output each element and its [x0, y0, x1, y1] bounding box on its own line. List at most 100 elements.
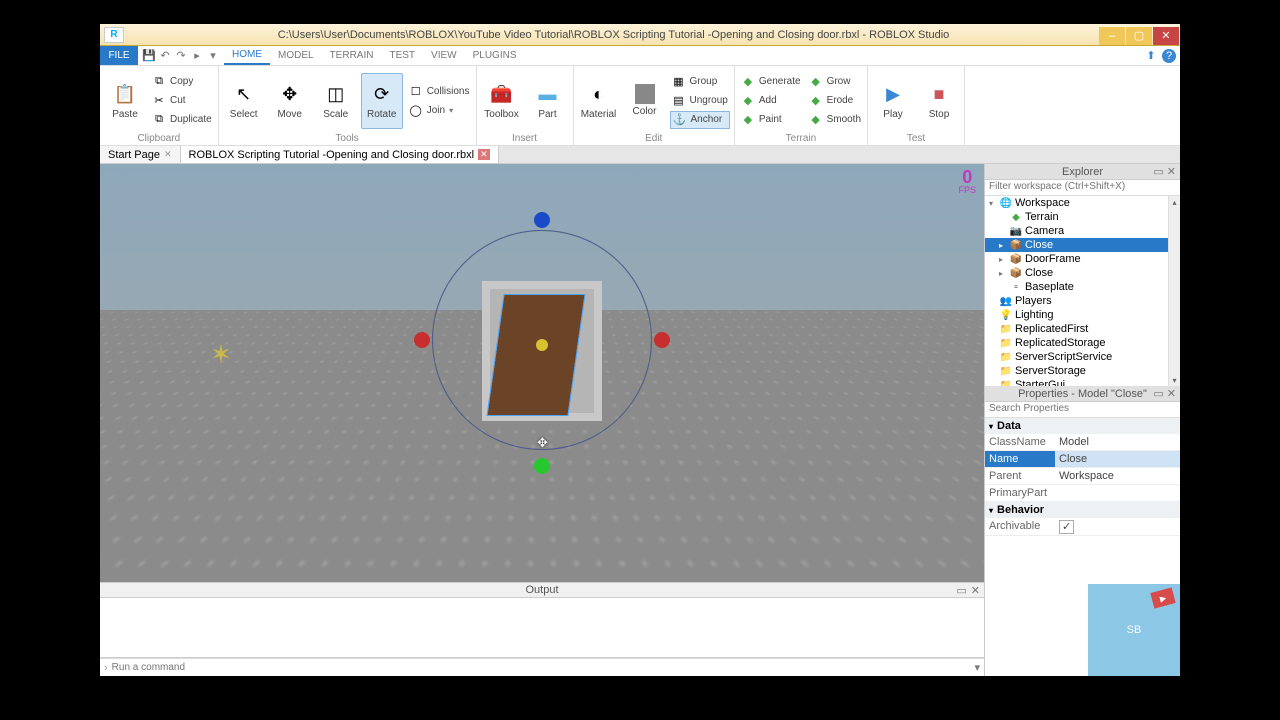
join-dropdown[interactable]: ◯Join▾: [407, 101, 472, 119]
material-button[interactable]: ◐Material: [578, 73, 620, 129]
color-button[interactable]: Color: [624, 73, 666, 129]
titlebar[interactable]: R C:\Users\User\Documents\ROBLOX\YouTube…: [100, 24, 1180, 46]
grow-button[interactable]: ◆Grow: [807, 73, 863, 91]
help-icon[interactable]: ?: [1162, 49, 1176, 63]
tree-item-startergui[interactable]: 📁StarterGui: [985, 378, 1180, 386]
dropdown-icon[interactable]: ▾: [974, 661, 980, 674]
minimize-button[interactable]: –: [1099, 27, 1125, 45]
play-button[interactable]: ▶Play: [872, 73, 914, 129]
tab-start-page[interactable]: Start Page✕: [100, 146, 181, 163]
tab-test[interactable]: TEST: [381, 46, 423, 65]
dock-icon[interactable]: ▭: [1153, 165, 1163, 178]
prop-name[interactable]: NameClose: [985, 451, 1180, 468]
properties-search-input[interactable]: [985, 402, 1180, 415]
explorer-header[interactable]: Explorer▭✕: [985, 164, 1180, 180]
close-tab-icon[interactable]: ✕: [164, 149, 172, 160]
file-menu[interactable]: FILE: [100, 46, 138, 65]
rotate-button[interactable]: ⟳Rotate: [361, 73, 403, 129]
tree-item-replicatedfirst[interactable]: 📁ReplicatedFirst: [985, 322, 1180, 336]
checkbox-icon[interactable]: ✓: [1059, 520, 1074, 534]
dock-icon[interactable]: ▭: [956, 584, 966, 597]
gizmo-handle-x[interactable]: [414, 332, 430, 348]
tree-item-workspace[interactable]: ▾🌐Workspace: [985, 196, 1180, 210]
toolbox-button[interactable]: 🧰Toolbox: [481, 73, 523, 129]
scale-button[interactable]: ◫Scale: [315, 73, 357, 129]
tab-current-file[interactable]: ROBLOX Scripting Tutorial -Opening and C…: [181, 146, 499, 163]
ungroup-button[interactable]: ▤Ungroup: [670, 92, 730, 110]
duplicate-button[interactable]: ⧉Duplicate: [150, 111, 214, 129]
collisions-toggle[interactable]: ☐Collisions: [407, 82, 472, 100]
explorer-filter-input[interactable]: [985, 180, 1180, 193]
command-input[interactable]: [112, 662, 975, 673]
upload-icon[interactable]: ⬆: [1144, 49, 1158, 63]
undo-icon[interactable]: ↶: [158, 49, 172, 63]
erode-button[interactable]: ◆Erode: [807, 92, 863, 110]
paint-button[interactable]: ◆Paint: [739, 111, 803, 129]
category-behavior[interactable]: ▾Behavior: [985, 502, 1180, 518]
tree-item-lighting[interactable]: 💡Lighting: [985, 308, 1180, 322]
generate-button[interactable]: ◆Generate: [739, 73, 803, 91]
rotate-gizmo[interactable]: [412, 210, 672, 470]
copy-button[interactable]: ⧉Copy: [150, 73, 214, 91]
tree-item-serverstorage[interactable]: 📁ServerStorage: [985, 364, 1180, 378]
select-button[interactable]: ↖Select: [223, 73, 265, 129]
output-panel[interactable]: [100, 598, 984, 658]
tree-item-baseplate[interactable]: ▫Baseplate: [985, 280, 1180, 294]
tab-view[interactable]: VIEW: [423, 46, 465, 65]
qat-more-icon[interactable]: ▾: [206, 49, 220, 63]
model-icon: 📦: [1010, 267, 1022, 279]
smooth-button[interactable]: ◆Smooth: [807, 111, 863, 129]
model-icon: 📦: [1010, 239, 1022, 251]
cut-icon: ✂: [152, 94, 166, 108]
properties-header[interactable]: Properties - Model "Close"▭✕: [985, 386, 1180, 402]
tree-item-serverscriptservice[interactable]: 📁ServerScriptService: [985, 350, 1180, 364]
copy-icon: ⧉: [152, 75, 166, 89]
move-button[interactable]: ✥Move: [269, 73, 311, 129]
scroll-up-icon[interactable]: ▴: [1169, 196, 1180, 208]
paste-button[interactable]: 📋Paste: [104, 73, 146, 129]
gizmo-handle-y2[interactable]: [534, 458, 550, 474]
play-icon[interactable]: ▸: [190, 49, 204, 63]
clipboard-icon: 📋: [112, 81, 138, 107]
tab-terrain[interactable]: TERRAIN: [322, 46, 382, 65]
close-panel-icon[interactable]: ✕: [1167, 165, 1176, 178]
3d-viewport[interactable]: ✶ ✥ 0FPS: [100, 164, 984, 582]
scroll-down-icon[interactable]: ▾: [1169, 374, 1180, 386]
close-panel-icon[interactable]: ✕: [1167, 387, 1176, 400]
add-terrain-button[interactable]: ◆Add: [739, 92, 803, 110]
category-data[interactable]: ▾Data: [985, 418, 1180, 434]
anchor-button[interactable]: ⚓Anchor: [670, 111, 730, 129]
prop-parent[interactable]: ParentWorkspace: [985, 468, 1180, 485]
tab-model[interactable]: MODEL: [270, 46, 322, 65]
tree-item-close2[interactable]: ▸📦Close: [985, 266, 1180, 280]
close-button[interactable]: ✕: [1153, 27, 1179, 45]
prop-archivable[interactable]: Archivable✓: [985, 518, 1180, 536]
gizmo-handle-x2[interactable]: [654, 332, 670, 348]
stop-button[interactable]: ■Stop: [918, 73, 960, 129]
prop-classname[interactable]: ClassNameModel: [985, 434, 1180, 451]
part-button[interactable]: ▬Part: [527, 73, 569, 129]
tree-item-terrain[interactable]: ◆Terrain: [985, 210, 1180, 224]
output-panel-header[interactable]: Output▭✕: [100, 582, 984, 598]
tree-item-camera[interactable]: 📷Camera: [985, 224, 1180, 238]
tree-item-doorframe[interactable]: ▸📦DoorFrame: [985, 252, 1180, 266]
gizmo-center[interactable]: [536, 339, 548, 351]
dock-icon[interactable]: ▭: [1153, 387, 1163, 400]
close-tab-icon[interactable]: ✕: [478, 149, 490, 160]
cut-button[interactable]: ✂Cut: [150, 92, 214, 110]
close-panel-icon[interactable]: ✕: [971, 584, 980, 597]
gizmo-handle-y[interactable]: [534, 212, 550, 228]
maximize-button[interactable]: ▢: [1126, 27, 1152, 45]
redo-icon[interactable]: ↷: [174, 49, 188, 63]
tree-item-close-selected[interactable]: ▸📦Close: [985, 238, 1180, 252]
explorer-tree[interactable]: ▾🌐Workspace ◆Terrain 📷Camera ▸📦Close ▸📦D…: [985, 196, 1180, 386]
tree-item-replicatedstorage[interactable]: 📁ReplicatedStorage: [985, 336, 1180, 350]
group-button[interactable]: ▦Group: [670, 73, 730, 91]
prop-primarypart[interactable]: PrimaryPart: [985, 485, 1180, 502]
scrollbar[interactable]: ▴▾: [1168, 196, 1180, 386]
save-icon[interactable]: 💾: [142, 49, 156, 63]
tab-plugins[interactable]: PLUGINS: [465, 46, 525, 65]
tree-item-players[interactable]: 👥Players: [985, 294, 1180, 308]
tab-home[interactable]: HOME: [224, 46, 270, 65]
command-bar[interactable]: ›▾: [100, 658, 984, 676]
